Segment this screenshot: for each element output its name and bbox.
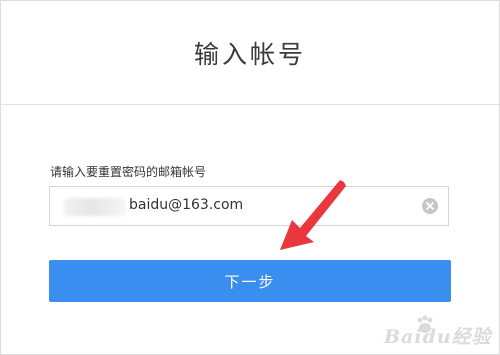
red-arrow-icon — [280, 180, 346, 250]
redacted-text-block — [64, 198, 126, 216]
header: 输入帐号 — [1, 1, 499, 105]
email-label: 请输入要重置密码的邮箱帐号 — [50, 165, 207, 179]
clear-input-icon[interactable] — [422, 198, 438, 214]
baidu-watermark: Baidu经验 — [384, 315, 496, 350]
next-step-button[interactable]: 下一步 — [49, 260, 451, 302]
email-field[interactable]: baidu@163.com — [49, 186, 449, 226]
page-title: 输入帐号 — [193, 39, 306, 69]
watermark-text: Baidu经验 — [384, 326, 492, 348]
email-field-value: baidu@163.com — [129, 197, 244, 213]
